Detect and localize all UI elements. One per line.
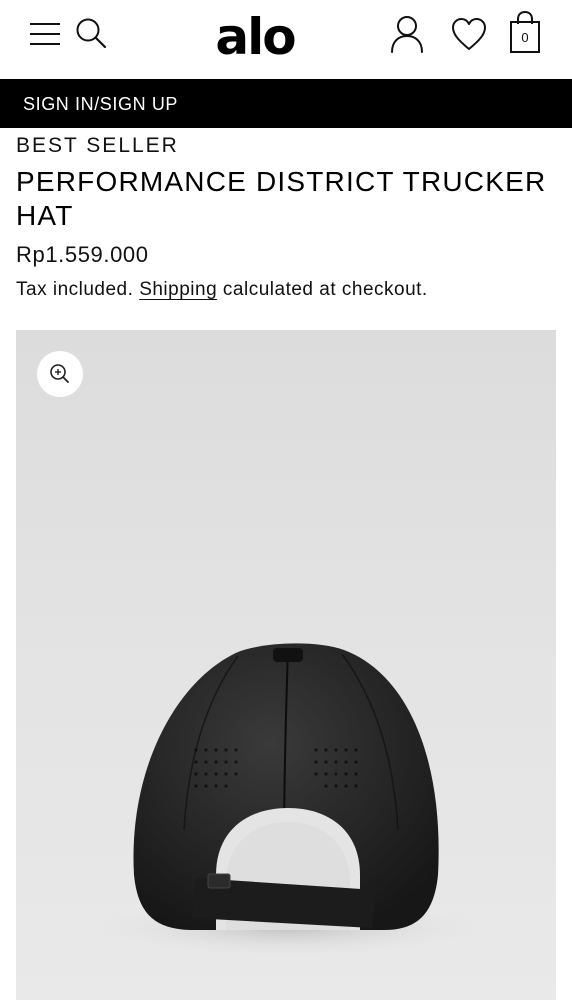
product-image [16,330,556,1000]
search-icon [76,18,107,49]
site-header: alo 0 [0,0,572,78]
tax-suffix: calculated at checkout. [222,279,428,300]
search-button[interactable] [74,16,108,50]
cart-count-badge: 0 [521,30,529,45]
hat-illustration [88,643,488,958]
best-seller-badge: BEST SELLER [16,134,179,157]
menu-button[interactable] [28,18,62,50]
menu-icon [30,23,60,45]
signin-banner: SIGN IN/SIGN UP [0,79,572,128]
brand-logo[interactable]: alo [210,0,300,70]
product-title: PERFORMANCE DISTRICT TRUCKER HAT [16,166,547,231]
wishlist-button[interactable] [450,16,488,52]
heart-icon [452,18,486,50]
tax-note: Tax included. Shipping calculated at che… [16,278,428,302]
signin-signup-link[interactable]: SIGN IN/SIGN UP [23,93,178,115]
cart-button[interactable]: 0 [507,10,543,54]
tax-prefix: Tax included. [16,279,134,300]
zoom-button[interactable] [37,351,83,397]
user-icon [391,16,423,53]
account-button[interactable] [388,14,426,54]
product-price: Rp1.559.000 [16,242,149,267]
shipping-link[interactable]: Shipping [139,279,217,300]
zoom-in-icon [50,364,69,383]
